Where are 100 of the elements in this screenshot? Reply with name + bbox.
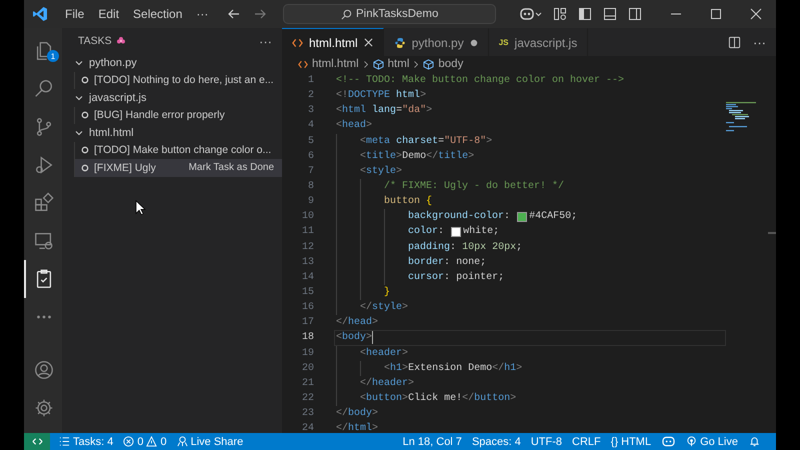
menu-item[interactable]: File xyxy=(58,4,92,24)
scrollbar-marker xyxy=(768,232,776,234)
breadcrumb-item[interactable]: html.html xyxy=(312,58,359,70)
chevron-icon xyxy=(362,60,369,68)
indentation-status[interactable]: Spaces: 4 xyxy=(466,436,526,448)
color-swatch[interactable] xyxy=(517,212,528,222)
code-text: </body> xyxy=(336,408,378,420)
circle-icon xyxy=(81,76,89,84)
chevron-icon xyxy=(413,60,420,68)
menu-item[interactable]: Selection xyxy=(126,4,190,24)
line-number: 24 xyxy=(300,423,314,434)
account-icon[interactable] xyxy=(33,359,55,381)
search-field[interactable]: PinkTasksDemo xyxy=(283,4,496,24)
bell-icon[interactable] xyxy=(749,436,760,447)
file-tree-item[interactable]: html.html xyxy=(62,124,282,142)
editor-tab[interactable]: JS javascript.js xyxy=(488,28,588,56)
braces-text: {} xyxy=(610,436,618,448)
code-text: <style> xyxy=(359,166,402,177)
js-icon: JS xyxy=(498,38,509,47)
mark-done-action[interactable]: Mark Task as Done xyxy=(188,162,282,174)
settings-icon[interactable] xyxy=(33,397,55,419)
mouse-cursor-icon xyxy=(135,200,146,216)
color-swatch[interactable] xyxy=(451,226,462,237)
task-item[interactable]: [FIXME] Ugly Mark Task as Done xyxy=(74,159,282,176)
copilot-icon[interactable] xyxy=(520,7,542,21)
line-number: 7 xyxy=(306,166,314,177)
code-text: <h1>Extension Demo</h1> xyxy=(383,362,522,374)
language-status[interactable]: {} HTML xyxy=(606,436,656,448)
breadcrumb-item[interactable]: html xyxy=(388,58,410,70)
warning-count: 0 xyxy=(160,436,167,448)
code-text: <!-- TODO: Make button change color on hover --> xyxy=(336,75,624,86)
error-icon xyxy=(123,436,134,447)
file-tree-item[interactable]: javascript.js xyxy=(62,89,282,106)
line-number: 16 xyxy=(300,302,314,314)
maximize-icon[interactable] xyxy=(710,8,722,20)
remote-button[interactable] xyxy=(24,433,50,450)
live-share-status[interactable]: Live Share xyxy=(172,436,248,448)
code-text: <button>Click me!</button> xyxy=(359,393,516,404)
encoding-status[interactable]: UTF-8 xyxy=(526,436,568,448)
search-icon xyxy=(340,8,352,20)
line-number: 22 xyxy=(300,393,314,404)
secondary-sidebar-icon[interactable] xyxy=(628,7,642,21)
code-text: #4CAF50; xyxy=(529,211,578,222)
remote-icon xyxy=(32,436,42,447)
code-text: cursor: pointer; xyxy=(407,272,504,283)
line-number: 19 xyxy=(300,348,314,359)
code-text: </style> xyxy=(359,302,408,314)
line-number: 23 xyxy=(300,408,314,420)
code-text: <meta charset="UTF-8"> xyxy=(359,136,492,147)
broadcast-icon xyxy=(686,436,698,447)
breadcrumb-item[interactable]: body xyxy=(438,58,464,70)
code-text: <body> xyxy=(336,332,372,344)
more-actions-button[interactable]: ··· xyxy=(753,34,766,50)
back-arrow-icon[interactable] xyxy=(227,7,242,21)
more-menu[interactable]: ··· xyxy=(189,4,216,24)
extensions-icon[interactable] xyxy=(33,192,55,214)
menu-item[interactable]: Edit xyxy=(91,4,126,24)
forward-arrow-icon[interactable] xyxy=(253,7,268,21)
copilot-icon[interactable] xyxy=(662,436,676,447)
go-live-button[interactable]: Go Live xyxy=(681,436,743,448)
line-number: 10 xyxy=(300,211,314,222)
line-number: 4 xyxy=(306,120,314,132)
cube-icon xyxy=(423,58,434,70)
close-icon[interactable] xyxy=(750,8,762,20)
panel-title: TASKS xyxy=(78,35,112,47)
line-number: 20 xyxy=(300,362,314,374)
modified-dot-icon xyxy=(470,38,478,46)
circle-icon xyxy=(81,111,89,120)
code-text: /* FIXME: Ugly - do better! */ xyxy=(383,181,564,192)
code-brackets-icon xyxy=(292,38,303,48)
list-icon xyxy=(59,436,70,447)
file-tree-item[interactable]: python.py xyxy=(62,54,282,72)
more-actions-button[interactable]: ··· xyxy=(259,34,272,48)
line-ending-status[interactable]: CRLF xyxy=(567,436,606,448)
line-number: 17 xyxy=(300,317,314,328)
code-text: </header> xyxy=(359,378,414,389)
close-icon[interactable] xyxy=(364,38,373,47)
split-editor-icon[interactable] xyxy=(728,36,741,48)
code-text: <head> xyxy=(336,120,372,132)
remote-icon[interactable] xyxy=(33,230,55,252)
line-number: 11 xyxy=(300,226,314,238)
sidebar-toggle-icon[interactable] xyxy=(578,7,592,21)
code-text: <html lang="da"> xyxy=(336,105,432,116)
error-count: 0 xyxy=(137,436,144,448)
panel-toggle-icon[interactable] xyxy=(603,7,617,21)
notification-badge: 1 xyxy=(47,50,59,62)
code-text: button { xyxy=(383,196,432,208)
line-number: 2 xyxy=(306,90,314,102)
code-text: <title>Demo</title> xyxy=(359,150,474,162)
cursor-position[interactable]: Ln 18, Col 7 xyxy=(398,436,467,448)
tasks-status[interactable]: Tasks: 4 xyxy=(54,436,118,448)
run-icon[interactable] xyxy=(33,154,55,176)
editor-tab[interactable]: html.html xyxy=(282,28,384,56)
circle-icon xyxy=(81,146,89,154)
layout-icon[interactable] xyxy=(553,7,567,21)
line-number: 6 xyxy=(306,150,314,162)
editor-tab[interactable]: python.py xyxy=(384,28,489,56)
problems-status[interactable]: 0 0 xyxy=(118,436,172,448)
flower-icon xyxy=(116,36,126,46)
line-number: 18 xyxy=(300,332,314,344)
